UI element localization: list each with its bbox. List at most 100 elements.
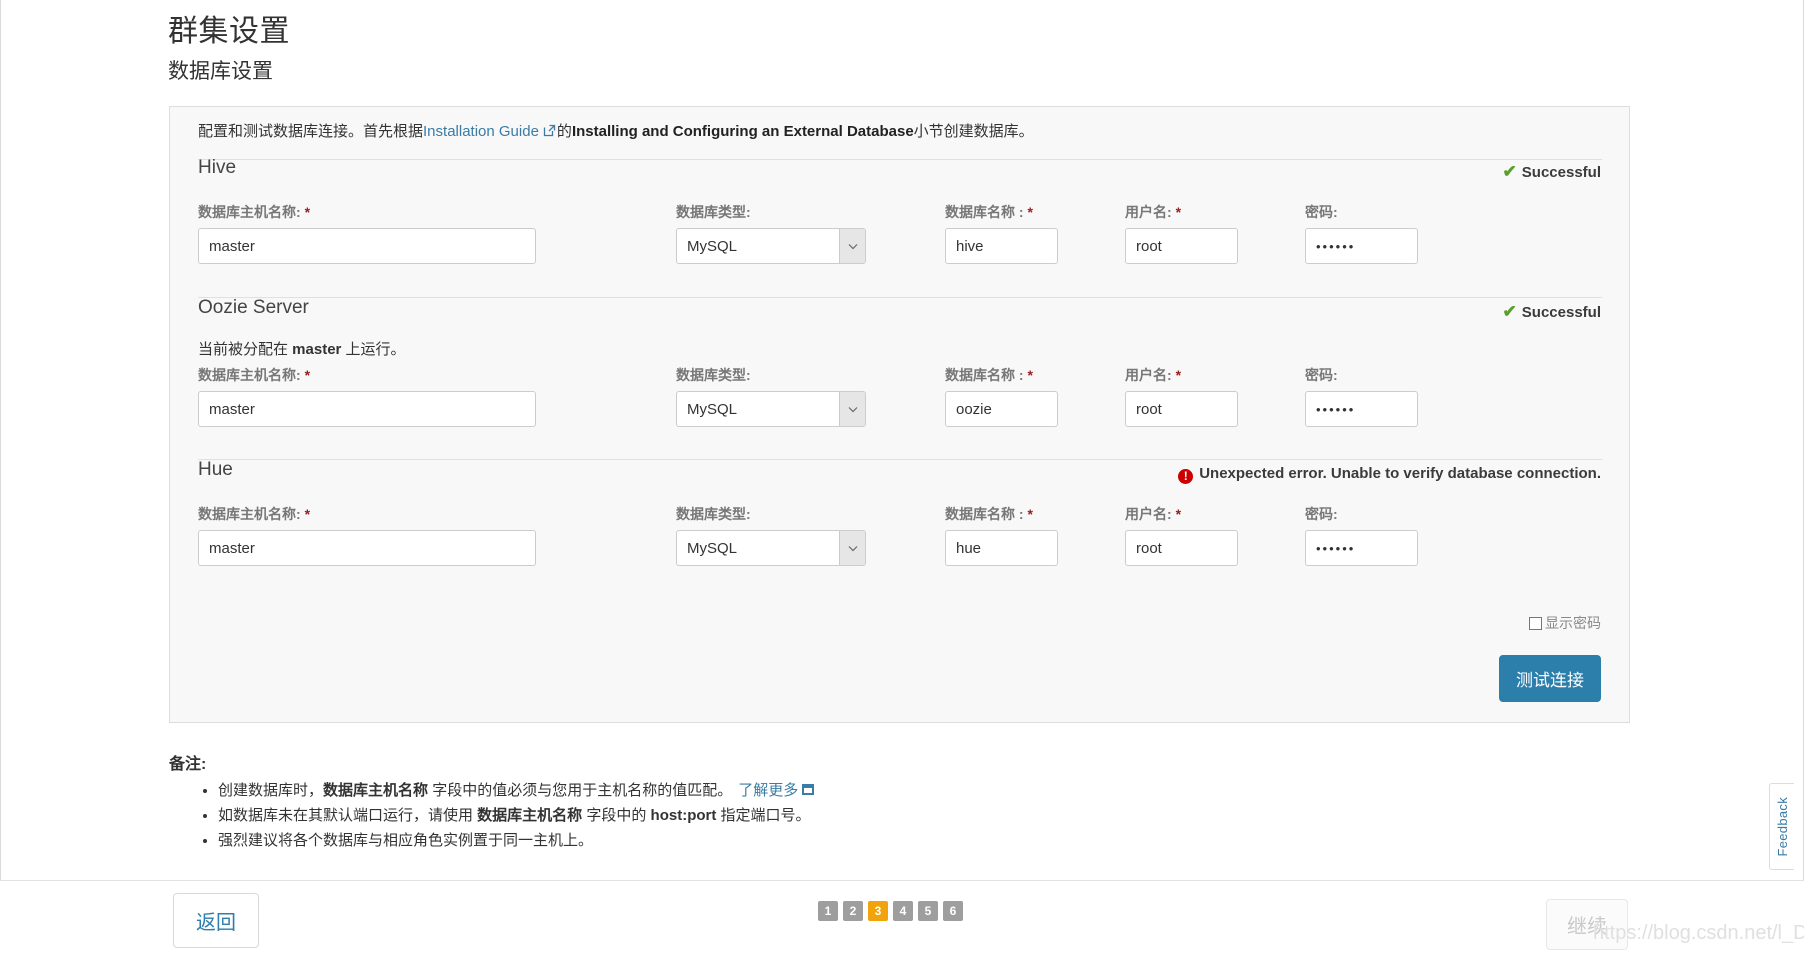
feedback-tab[interactable]: Feedback	[1769, 783, 1794, 870]
required-asterisk: *	[304, 506, 311, 522]
notes-title: 备注:	[169, 756, 207, 773]
label-password-hue: 密码:	[1305, 504, 1338, 524]
page-step-3[interactable]: 3	[868, 901, 888, 921]
test-connection-button[interactable]: 测试连接	[1499, 655, 1601, 702]
desc-mid: 的	[556, 123, 572, 140]
db-type-value-oozie: MySQL	[687, 400, 738, 418]
page-step-6[interactable]: 6	[943, 901, 963, 921]
db-user-input-oozie[interactable]	[1125, 391, 1238, 427]
error-icon: !	[1178, 469, 1194, 484]
note-1-mid: 字段中的	[582, 807, 651, 824]
checkbox-icon[interactable]	[1529, 616, 1542, 630]
label-user-oozie: 用户名: *	[1125, 365, 1181, 385]
show-password-toggle[interactable]: 显示密码	[1529, 613, 1601, 633]
db-user-input-hive[interactable]	[1125, 228, 1238, 264]
host-input-hive[interactable]	[198, 228, 536, 264]
note-0-post: 字段中的值必须与您用于主机名称的值匹配。	[428, 782, 733, 799]
label-dbname-oozie: 数据库名称 : *	[945, 365, 1033, 385]
status-label-oozie: Successful	[1521, 304, 1601, 321]
page-step-5[interactable]: 5	[918, 901, 938, 921]
assigned-note-pre: 当前被分配在	[198, 341, 293, 358]
page-step-1[interactable]: 1	[818, 901, 838, 921]
show-password-label: 显示密码	[1545, 615, 1601, 631]
label-host-text: 数据库主机名称:	[198, 367, 301, 383]
label-host-text: 数据库主机名称:	[198, 204, 301, 220]
db-name-input-hive[interactable]	[945, 228, 1058, 264]
group-title-oozie: Oozie Server	[198, 297, 309, 318]
db-type-value-hive: MySQL	[687, 237, 738, 255]
db-password-input-hive[interactable]	[1305, 228, 1418, 264]
label-dbname-text: 数据库名称 :	[945, 506, 1024, 522]
label-dbname-hue: 数据库名称 : *	[945, 504, 1033, 524]
label-user-hive: 用户名: *	[1125, 202, 1181, 222]
required-asterisk: *	[1027, 204, 1033, 220]
divider-top	[198, 159, 1602, 160]
list-item: 如数据库未在其默认端口运行，请使用 数据库主机名称 字段中的 host:port…	[218, 803, 814, 828]
assigned-note-post: 上运行。	[341, 341, 406, 358]
wizard-footer: 返回 1 2 3 4 5 6 继续	[0, 880, 1804, 956]
label-user-text: 用户名:	[1125, 506, 1172, 522]
assigned-note-host: master	[292, 341, 342, 358]
note-2-pre: 强烈建议将各个数据库与相应角色实例置于同一主机上。	[218, 832, 594, 849]
host-input-hue[interactable]	[198, 530, 536, 566]
host-input-oozie[interactable]	[198, 391, 536, 427]
label-dbname-text: 数据库名称 :	[945, 204, 1024, 220]
installation-guide-link[interactable]: Installation Guide	[423, 123, 539, 140]
check-icon: ✔	[1502, 302, 1517, 321]
db-type-select-hive[interactable]: MySQL	[676, 228, 866, 264]
desc-bold: Installing and Configuring an External D…	[571, 123, 914, 140]
db-type-select-hue[interactable]: MySQL	[676, 530, 866, 566]
required-asterisk: *	[304, 204, 311, 220]
desc-pre: 配置和测试数据库连接。首先根据	[198, 123, 424, 140]
note-1-pre: 如数据库未在其默认端口运行，请使用	[218, 807, 478, 824]
required-asterisk: *	[304, 367, 311, 383]
chrome-left-border	[0, 0, 1, 880]
page-step-4[interactable]: 4	[893, 901, 913, 921]
label-type-text: 数据库类型:	[676, 506, 751, 522]
label-type-oozie: 数据库类型:	[676, 365, 751, 385]
label-user-text: 用户名:	[1125, 204, 1172, 220]
learn-more-link[interactable]: 了解更多	[738, 782, 798, 799]
notes-list: 创建数据库时，数据库主机名称 字段中的值必须与您用于主机名称的值匹配。了解更多 …	[196, 778, 815, 853]
group-title-hue: Hue	[198, 459, 233, 480]
back-button[interactable]: 返回	[173, 893, 259, 948]
section-title: 数据库设置	[168, 60, 273, 83]
required-asterisk: *	[1027, 367, 1033, 383]
status-badge-hue: ! Unexpected error. Unable to verify data…	[1178, 465, 1601, 484]
page-step-2[interactable]: 2	[843, 901, 863, 921]
label-password-hive: 密码:	[1305, 202, 1338, 222]
watermark: https://blog.csdn.net/l_Demo	[1593, 922, 1804, 944]
label-password-text: 密码:	[1305, 506, 1338, 522]
label-type-hue: 数据库类型:	[676, 504, 751, 524]
label-password-text: 密码:	[1305, 204, 1338, 220]
db-type-select-oozie[interactable]: MySQL	[676, 391, 866, 427]
status-badge-hive: ✔ Successful	[1503, 162, 1601, 182]
note-1-post: 指定端口号。	[716, 807, 811, 824]
popout-icon	[802, 784, 815, 795]
label-type-text: 数据库类型:	[676, 204, 751, 220]
required-asterisk: *	[1027, 506, 1033, 522]
db-name-input-hue[interactable]	[945, 530, 1058, 566]
db-user-input-hue[interactable]	[1125, 530, 1238, 566]
db-type-value-hue: MySQL	[687, 539, 738, 557]
db-password-input-hue[interactable]	[1305, 530, 1418, 566]
check-icon: ✔	[1502, 162, 1517, 181]
group-title-hive: Hive	[198, 157, 237, 178]
chevron-down-icon	[839, 229, 865, 263]
note-1-bold: 数据库主机名称	[477, 807, 583, 824]
db-name-input-oozie[interactable]	[945, 391, 1058, 427]
note-1-bold2: host:port	[650, 807, 717, 824]
chevron-down-icon	[839, 531, 865, 565]
wizard-pagination: 1 2 3 4 5 6	[818, 901, 963, 921]
note-0-bold: 数据库主机名称	[323, 782, 429, 799]
label-host-text: 数据库主机名称:	[198, 506, 301, 522]
chevron-down-icon	[839, 392, 865, 426]
label-type-hive: 数据库类型:	[676, 202, 751, 222]
label-password-text: 密码:	[1305, 367, 1338, 383]
required-asterisk: *	[1175, 506, 1182, 522]
status-label-hue: Unexpected error. Unable to verify datab…	[1199, 465, 1601, 482]
label-type-text: 数据库类型:	[676, 367, 751, 383]
note-0-pre: 创建数据库时，	[218, 782, 324, 799]
db-password-input-oozie[interactable]	[1305, 391, 1418, 427]
label-host-hive: 数据库主机名称: *	[198, 202, 310, 222]
